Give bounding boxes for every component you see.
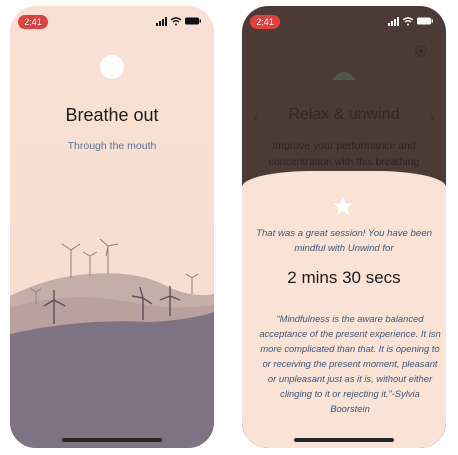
- home-indicator[interactable]: [294, 438, 394, 442]
- next-arrow-icon[interactable]: ›: [429, 109, 434, 125]
- gear-icon[interactable]: [414, 44, 428, 58]
- signal-icon: [156, 17, 167, 26]
- status-time: 2:41: [18, 15, 48, 29]
- wifi-icon: [402, 17, 414, 26]
- breathe-screen: 2:41 Breathe out Through the mouth: [10, 6, 214, 448]
- app-logo-icon: [332, 72, 356, 80]
- wifi-icon: [170, 17, 182, 26]
- signal-icon: [388, 17, 399, 26]
- breath-instruction-title: Breathe out: [65, 105, 159, 125]
- session-complete-screen: 2:41 ‹ Relax & unwind › Improve your per…: [242, 6, 446, 448]
- session-duration: 2 mins 30 secs: [287, 268, 401, 287]
- mindfulness-quote: “Mindfulness is the aware balanced accep…: [259, 313, 441, 414]
- status-icons: [156, 17, 201, 26]
- session-title: Relax & unwind: [288, 106, 400, 123]
- moon-icon: [100, 55, 124, 79]
- home-indicator[interactable]: [62, 438, 162, 442]
- status-bar: 2:41: [10, 6, 214, 36]
- status-icons: [388, 17, 433, 26]
- session-complete-sheet: That was a great session! You have been …: [242, 171, 446, 448]
- breath-instruction-subtitle: Through the mouth: [67, 140, 157, 152]
- battery-icon: [417, 17, 433, 25]
- status-time: 2:41: [250, 15, 280, 29]
- star-icon: [333, 196, 353, 215]
- windmill-landscape: [10, 238, 214, 448]
- battery-icon: [185, 17, 201, 25]
- session-description: Improve your performance and concentrati…: [268, 140, 420, 168]
- completion-message: That was a great session! You have been …: [256, 228, 432, 254]
- status-bar: 2:41: [242, 6, 446, 36]
